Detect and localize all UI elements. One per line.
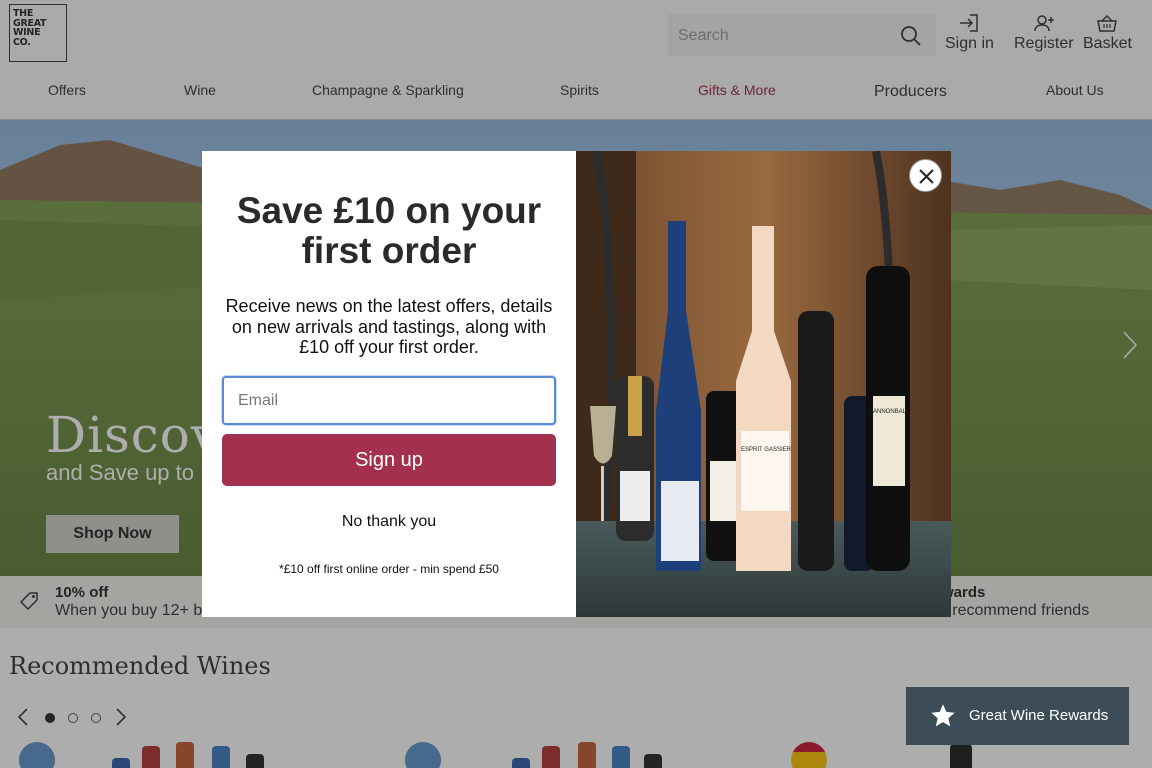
close-icon: [919, 169, 934, 184]
modal-title-line: first order: [301, 230, 477, 271]
fine-print: *£10 off first online order - min spend …: [279, 562, 499, 576]
modal-title: Save £10 on your first order: [202, 191, 576, 271]
rewards-button[interactable]: Great Wine Rewards: [906, 687, 1129, 745]
close-button[interactable]: [909, 159, 942, 192]
rewards-label: Great Wine Rewards: [969, 707, 1109, 724]
modal-description: Receive news on the latest offers, detai…: [225, 296, 553, 357]
email-field[interactable]: [222, 376, 556, 425]
signup-modal: Save £10 on your first order Receive new…: [202, 151, 951, 617]
bottles-photo: CANNONBALL ESPRIT GASSIER: [576, 151, 951, 617]
modal-form-panel: Save £10 on your first order Receive new…: [202, 151, 576, 617]
no-thanks-link[interactable]: No thank you: [202, 513, 576, 531]
star-icon: [931, 704, 955, 727]
modal-title-line: Save £10 on your: [236, 190, 542, 231]
bottle-label: CANNONBALL: [869, 409, 910, 415]
sign-up-button[interactable]: Sign up: [222, 434, 556, 486]
wine-bottles-image: CANNONBALL ESPRIT GASSIER: [576, 151, 951, 617]
bottle-label: ESPRIT GASSIER: [741, 447, 792, 453]
